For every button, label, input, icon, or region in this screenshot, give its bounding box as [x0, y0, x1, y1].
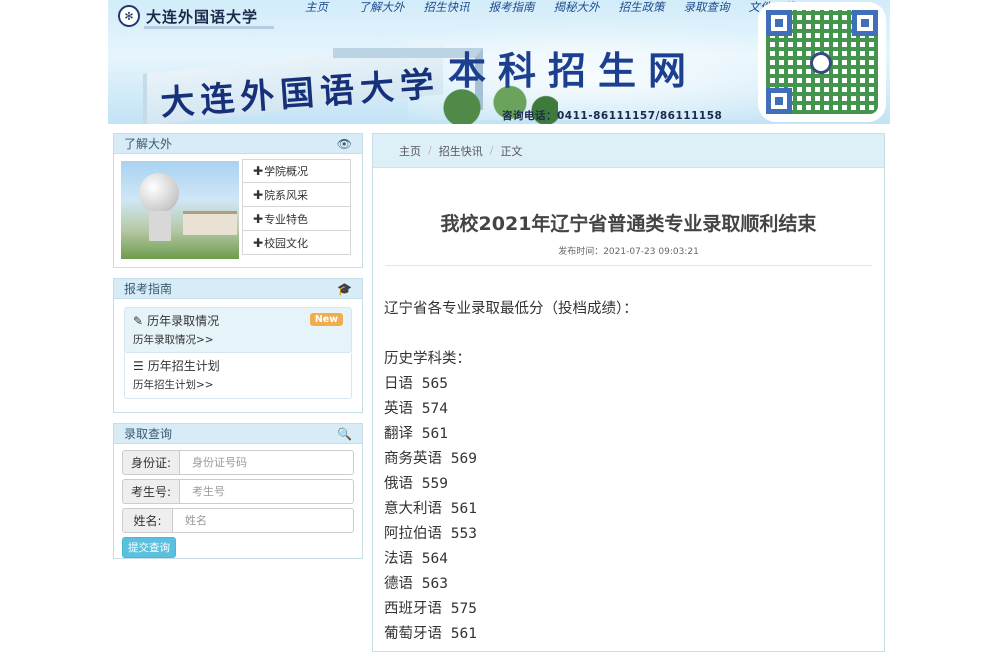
plus-icon: ✚	[253, 235, 264, 250]
breadcrumb-separator: /	[489, 144, 494, 157]
score-line: 日语 565	[384, 376, 448, 392]
score-line: 葡萄牙语 561	[384, 626, 477, 642]
guide-item-title: 历年录取情况	[147, 314, 220, 328]
breadcrumb-separator: /	[428, 144, 432, 157]
guide-item-admission-history[interactable]: ✎ 历年录取情况 历年录取情况>> New	[124, 307, 352, 353]
score-line: 俄语 559	[384, 476, 448, 492]
nav-about[interactable]: 了解大外	[349, 0, 414, 18]
exam-number-row: 考生号:	[122, 479, 354, 504]
score-line: 意大利语 561	[384, 501, 477, 517]
article-body: 辽宁省各专业录取最低分（投档成绩）： 历史学科类： 日语 565 英语 574 …	[373, 297, 884, 647]
score-line: 德语 563	[384, 576, 448, 592]
article-divider	[385, 265, 872, 266]
nav-home[interactable]: 主页	[284, 0, 349, 18]
university-logo[interactable]: ✻ 大连外国语大学	[118, 4, 258, 28]
guide-panel-header: 报考指南 🎓	[114, 279, 362, 299]
nav-guide[interactable]: 报考指南	[479, 0, 544, 18]
score-line: 翻译 561	[384, 426, 448, 442]
guide-item-title: 历年招生计划	[147, 359, 220, 373]
guide-item-link[interactable]: 历年招生计划>>	[133, 377, 343, 392]
campus-building	[183, 211, 237, 235]
score-line: 商务英语 569	[384, 451, 477, 467]
breadcrumb-news[interactable]: 招生快讯	[439, 143, 483, 159]
article-intro: 辽宁省各专业录取最低分（投档成绩）：	[384, 301, 638, 317]
graduation-cap-icon: 🎓	[337, 281, 352, 296]
about-panel-header: 了解大外 👁	[114, 134, 362, 154]
about-panel-title: 了解大外	[124, 137, 173, 151]
campus-name-carving: 大连外国语大学	[159, 64, 442, 124]
id-card-label: 身份证:	[122, 450, 179, 475]
query-panel-title: 录取查询	[124, 427, 173, 441]
query-panel-header: 录取查询 🔍	[114, 424, 362, 444]
eye-icon: 👁	[336, 136, 352, 151]
campus-photo	[121, 161, 239, 259]
globe-sculpture	[139, 173, 179, 213]
qr-finder-icon	[766, 10, 792, 36]
search-icon: 🔍	[337, 426, 352, 441]
contact-phone: 咨询电话：0411-86111157/86111158	[502, 110, 723, 122]
about-link-culture[interactable]: ✚ 校园文化	[242, 231, 351, 255]
breadcrumb-current: 正文	[500, 144, 523, 158]
plus-icon: ✚	[253, 164, 264, 178]
qr-code-pattern	[766, 10, 878, 114]
about-link-label: 校园文化	[264, 236, 309, 250]
publish-time: 发布时间：2021-07-23 09:03:21	[558, 247, 699, 257]
about-link-majors[interactable]: ✚ 专业特色	[242, 207, 351, 231]
logo-text: 大连外国语大学	[146, 7, 259, 26]
name-input[interactable]	[172, 508, 354, 533]
id-card-input[interactable]	[179, 450, 354, 475]
breadcrumb-home[interactable]: 主页	[399, 143, 421, 159]
about-links: ✚ 学院概况 ✚ 院系风采 ✚ 专业特色 ✚ 校园文化	[242, 159, 351, 255]
about-link-label: 学院概况	[264, 165, 309, 178]
score-line: 法语 564	[384, 551, 448, 567]
site-title: 本科招生网	[448, 48, 699, 93]
new-badge: New	[309, 313, 343, 326]
article-title: 我校2021年辽宁省普通类专业录取顺利结束	[440, 213, 817, 235]
pencil-icon: ✎	[133, 313, 144, 328]
score-category: 历史学科类：	[384, 351, 471, 367]
about-link-overview[interactable]: ✚ 学院概况	[242, 159, 351, 183]
score-line: 阿拉伯语 553	[384, 526, 477, 542]
qr-code	[758, 2, 886, 122]
about-panel: 了解大外 👁 ✚ 学院概况 ✚ 院系风采 ✚ 专业特色 ✚ 校园文化	[113, 133, 363, 268]
article-panel: 主页 / 招生快讯 / 正文 我校2021年辽宁省普通类专业录取顺利结束 发布时…	[372, 133, 885, 652]
nav-policy[interactable]: 招生政策	[609, 0, 674, 18]
name-row: 姓名:	[122, 508, 354, 533]
logo-subtitle-line	[144, 26, 274, 29]
id-card-row: 身份证:	[122, 450, 354, 475]
query-panel: 录取查询 🔍 身份证: 考生号: 姓名: 提交查询	[113, 423, 363, 559]
plus-icon: ✚	[253, 187, 264, 202]
sculpture-pedestal	[149, 211, 171, 241]
plus-icon: ✚	[253, 211, 264, 226]
about-link-label: 院系风采	[264, 188, 309, 202]
nav-news[interactable]: 招生快讯	[414, 0, 479, 18]
about-link-label: 专业特色	[264, 212, 309, 226]
nav-admission-query[interactable]: 录取查询	[674, 0, 739, 18]
qr-finder-icon	[852, 10, 878, 36]
exam-number-label: 考生号:	[122, 479, 179, 504]
name-label: 姓名:	[122, 508, 172, 533]
nav-discover[interactable]: 揭秘大外	[544, 0, 609, 18]
university-emblem-icon: ✻	[118, 5, 140, 27]
list-icon: ☰	[133, 358, 144, 373]
site-header: ✻ 大连外国语大学 主页 了解大外 招生快讯 报考指南 揭秘大外 招生政策 录取…	[108, 0, 890, 124]
exam-number-input[interactable]	[179, 479, 354, 504]
score-line: 英语 574	[384, 401, 448, 417]
guide-item-link[interactable]: 历年录取情况>>	[133, 332, 343, 347]
guide-item-enrollment-plan[interactable]: ☰ 历年招生计划 历年招生计划>>	[124, 353, 352, 399]
breadcrumb: 主页 / 招生快讯 / 正文	[373, 134, 884, 168]
about-link-departments[interactable]: ✚ 院系风采	[242, 183, 351, 207]
submit-query-button[interactable]: 提交查询	[122, 537, 176, 558]
score-line: 西班牙语 575	[384, 601, 477, 617]
qr-logo-icon	[810, 52, 832, 74]
guide-panel-title: 报考指南	[124, 282, 173, 296]
guide-panel: 报考指南 🎓 ✎ 历年录取情况 历年录取情况>> New ☰ 历年招生计划 历年…	[113, 278, 363, 413]
qr-finder-icon	[766, 88, 792, 114]
main-nav: 主页 了解大外 招生快讯 报考指南 揭秘大外 招生政策 录取查询 文件下载	[284, 0, 804, 18]
